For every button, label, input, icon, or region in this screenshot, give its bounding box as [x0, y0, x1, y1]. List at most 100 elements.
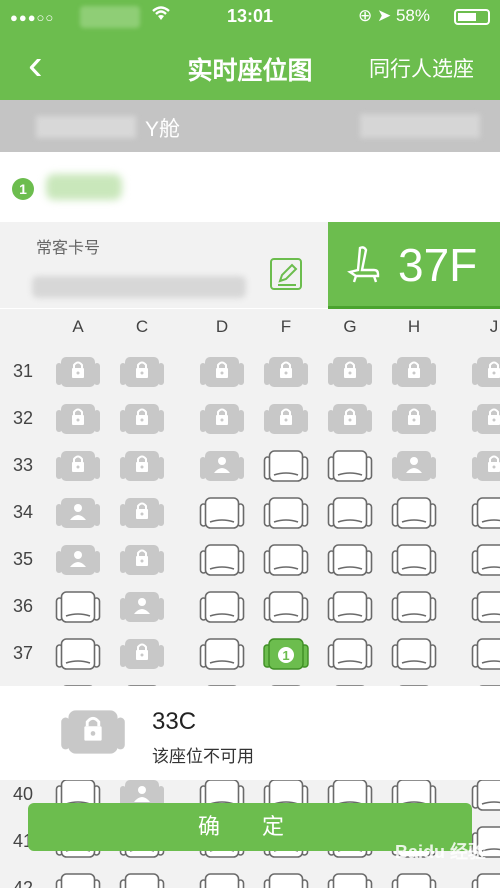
svg-text:1: 1 [282, 648, 289, 663]
row-number-36: 36 [12, 596, 34, 616]
seat-42H-available[interactable] [391, 871, 437, 888]
seat-31G-locked[interactable] [327, 354, 373, 390]
seat-34G-available[interactable] [327, 495, 373, 531]
seat-36J-available[interactable] [471, 589, 500, 625]
seat-33D-occupied[interactable] [199, 448, 245, 484]
seat-42C-available[interactable] [119, 871, 165, 888]
frequent-flyer-panel: 常客卡号 [0, 222, 328, 308]
location-arrow-icon: ➤ [376, 6, 392, 25]
column-header-H: H [407, 317, 421, 336]
passenger-index-badge: 1 [12, 178, 34, 200]
frequent-flyer-label: 常客卡号 [36, 240, 101, 257]
popup-seat-code: 33C [152, 708, 197, 735]
seat-35J-available[interactable] [471, 542, 500, 578]
battery-icon [454, 9, 490, 25]
seat-37J-available[interactable] [471, 636, 500, 672]
seat-31H-locked[interactable] [391, 354, 437, 390]
seat-33C-locked[interactable] [119, 448, 165, 484]
seat-33G-available[interactable] [327, 448, 373, 484]
seat-36A-available[interactable] [55, 589, 101, 625]
locked-seat-icon [58, 706, 128, 763]
seat-map[interactable]: ACDFGHJ3132333435363713839404142 [0, 309, 500, 888]
seat-33F-available[interactable] [263, 448, 309, 484]
seat-35A-occupied[interactable] [55, 542, 101, 578]
seat-32G-locked[interactable] [327, 401, 373, 437]
passenger-name-redacted [46, 174, 122, 200]
seat-31A-locked[interactable] [55, 354, 101, 390]
battery-percent: 58% [395, 6, 430, 25]
seat-32J-locked[interactable] [471, 401, 500, 437]
column-header-J: J [489, 317, 499, 336]
popup-seat-status: 该座位不可用 [152, 747, 254, 766]
seat-36D-available[interactable] [199, 589, 245, 625]
seat-36F-available[interactable] [263, 589, 309, 625]
seat-42G-available[interactable] [327, 871, 373, 888]
seat-34A-occupied[interactable] [55, 495, 101, 531]
selected-seat-code: 37F [398, 239, 478, 291]
column-header-C: C [135, 317, 149, 336]
seat-32F-locked[interactable] [263, 401, 309, 437]
frequent-flyer-number-redacted [32, 276, 246, 298]
seat-32H-locked[interactable] [391, 401, 437, 437]
row-number-33: 33 [12, 455, 34, 475]
seat-37F-selected[interactable]: 1 [263, 636, 309, 672]
seat-35D-available[interactable] [199, 542, 245, 578]
row-number-35: 35 [12, 549, 34, 569]
seat-34H-available[interactable] [391, 495, 437, 531]
seat-31D-locked[interactable] [199, 354, 245, 390]
row-number-37: 37 [12, 643, 34, 663]
seat-37C-locked[interactable] [119, 636, 165, 672]
seat-34F-available[interactable] [263, 495, 309, 531]
cabin-class-label: Y舱 [145, 118, 181, 141]
companion-seat-button[interactable]: 同行人选座 [369, 53, 474, 83]
seat-40J-available[interactable] [471, 777, 500, 813]
seat-37A-available[interactable] [55, 636, 101, 672]
seat-34D-available[interactable] [199, 495, 245, 531]
passenger-row[interactable]: 1 [0, 152, 500, 222]
flight-info-redacted-right [360, 114, 480, 138]
cabin-bar: Y舱 [0, 100, 500, 152]
column-header-F: F [280, 317, 292, 336]
seat-37G-available[interactable] [327, 636, 373, 672]
seat-34J-available[interactable] [471, 495, 500, 531]
seat-37H-available[interactable] [391, 636, 437, 672]
column-header-G: G [343, 317, 357, 336]
seat-37D-available[interactable] [199, 636, 245, 672]
seat-34C-locked[interactable] [119, 495, 165, 531]
nav-bar: ‹ 实时座位图 同行人选座 [0, 34, 500, 100]
seat-31J-locked[interactable] [471, 354, 500, 390]
watermark-logo: Baidu 经验 [394, 842, 486, 862]
seat-31F-locked[interactable] [263, 354, 309, 390]
seat-36G-available[interactable] [327, 589, 373, 625]
edit-icon[interactable] [270, 258, 302, 290]
status-right: ⊕ ➤ 58% [358, 6, 430, 26]
column-header-A: A [72, 317, 84, 336]
seat-42J-available[interactable] [471, 871, 500, 888]
selected-seat-panel: 37F [328, 222, 500, 306]
seat-42D-available[interactable] [199, 871, 245, 888]
row-number-42: 42 [12, 878, 34, 888]
seat-info-popup: 33C 该座位不可用 [0, 686, 500, 780]
seat-35C-locked[interactable] [119, 542, 165, 578]
seat-33J-locked[interactable] [471, 448, 500, 484]
column-header-D: D [215, 317, 229, 336]
seat-36C-occupied[interactable] [119, 589, 165, 625]
status-bar: ●●●○○ 13:01 ⊕ ➤ 58% [0, 0, 500, 34]
seat-32C-locked[interactable] [119, 401, 165, 437]
seat-31C-locked[interactable] [119, 354, 165, 390]
seat-35H-available[interactable] [391, 542, 437, 578]
seat-32A-locked[interactable] [55, 401, 101, 437]
seat-36H-available[interactable] [391, 589, 437, 625]
seat-42A-available[interactable] [55, 871, 101, 888]
seat-33A-locked[interactable] [55, 448, 101, 484]
seat-35F-available[interactable] [263, 542, 309, 578]
row-number-40: 40 [12, 784, 34, 804]
seat-32D-locked[interactable] [199, 401, 245, 437]
row-number-32: 32 [12, 408, 34, 428]
seat-35G-available[interactable] [327, 542, 373, 578]
seat-42F-available[interactable] [263, 871, 309, 888]
seat-33H-occupied[interactable] [391, 448, 437, 484]
flight-info-redacted [36, 116, 136, 138]
seat-icon [346, 244, 380, 289]
rotation-lock-icon: ⊕ [358, 6, 373, 25]
